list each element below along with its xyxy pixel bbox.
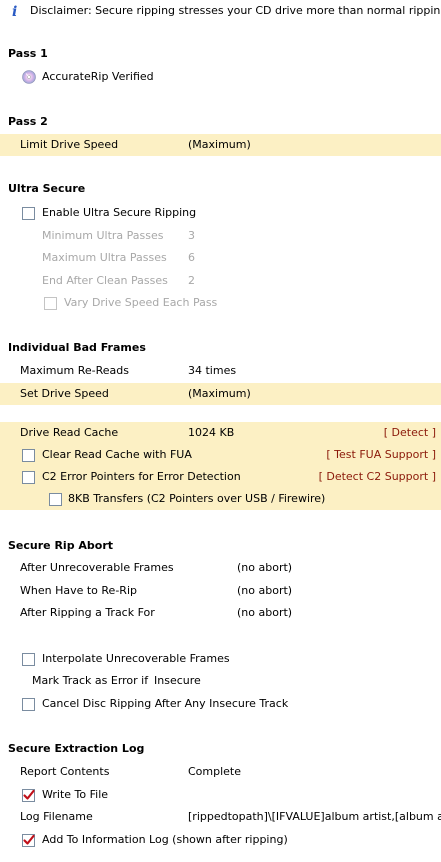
8kb-transfers-checkbox[interactable] bbox=[49, 493, 62, 506]
log-filename-label: Log Filename bbox=[20, 810, 93, 823]
accuraterip-label: AccurateRip Verified bbox=[42, 70, 154, 83]
8kb-transfers-label: 8KB Transfers (C2 Pointers over USB / Fi… bbox=[68, 492, 326, 505]
min-ultra-row: Minimum Ultra Passes 3 bbox=[0, 225, 441, 247]
cancel-disc-label: Cancel Disc Ripping After Any Insecure T… bbox=[42, 697, 289, 710]
limit-drive-speed-label: Limit Drive Speed bbox=[20, 138, 119, 151]
drive-read-cache-row[interactable]: Drive Read Cache 1024 KB [ Detect ] bbox=[0, 422, 441, 444]
bad-frames-heading: Individual Bad Frames bbox=[8, 341, 146, 354]
mark-track-label: Mark Track as Error if bbox=[32, 674, 149, 687]
drive-read-cache-value[interactable]: 1024 KB bbox=[188, 422, 234, 444]
8kb-transfers-row[interactable]: 8KB Transfers (C2 Pointers over USB / Fi… bbox=[0, 488, 441, 510]
limit-drive-speed-value[interactable]: (Maximum) bbox=[188, 134, 251, 156]
max-ultra-row: Maximum Ultra Passes 6 bbox=[0, 247, 441, 269]
cancel-disc-row[interactable]: Cancel Disc Ripping After Any Insecure T… bbox=[0, 693, 441, 715]
ripping-track-value[interactable]: (no abort) bbox=[237, 602, 292, 624]
checkmark-icon bbox=[23, 789, 35, 800]
end-after-clean-row: End After Clean Passes 2 bbox=[0, 270, 441, 292]
max-rereads-row[interactable]: Maximum Re-Reads 34 times bbox=[0, 360, 441, 382]
rerip-value[interactable]: (no abort) bbox=[237, 580, 292, 602]
enable-ultra-row[interactable]: Enable Ultra Secure Ripping bbox=[0, 202, 441, 224]
interpolate-label: Interpolate Unrecoverable Frames bbox=[42, 652, 230, 665]
mark-track-value[interactable]: Insecure bbox=[154, 670, 201, 692]
log-filename-row[interactable]: Log Filename [rippedtopath]\[IFVALUE]alb… bbox=[0, 806, 441, 828]
report-contents-row[interactable]: Report Contents Complete bbox=[0, 761, 441, 783]
log-filename-value[interactable]: [rippedtopath]\[IFVALUE]album artist,[al… bbox=[188, 806, 441, 828]
pass1-heading: Pass 1 bbox=[8, 47, 48, 60]
rerip-label: When Have to Re-Rip bbox=[20, 584, 137, 597]
report-contents-value[interactable]: Complete bbox=[188, 761, 241, 783]
unrecoverable-frames-value[interactable]: (no abort) bbox=[237, 557, 292, 579]
test-fua-link[interactable]: [ Test FUA Support ] bbox=[326, 444, 436, 466]
interpolate-checkbox[interactable] bbox=[22, 653, 35, 666]
max-rereads-label: Maximum Re-Reads bbox=[20, 364, 129, 377]
end-after-clean-value: 2 bbox=[188, 274, 195, 287]
ripping-track-row[interactable]: After Ripping a Track For (no abort) bbox=[0, 602, 441, 624]
clear-cache-fua-row[interactable]: Clear Read Cache with FUA [ Test FUA Sup… bbox=[0, 444, 441, 466]
pass2-heading: Pass 2 bbox=[8, 115, 48, 128]
mark-track-row[interactable]: Mark Track as Error if Insecure bbox=[0, 670, 441, 692]
disc-icon bbox=[22, 70, 36, 84]
drive-read-cache-label: Drive Read Cache bbox=[20, 426, 119, 439]
vary-speed-checkbox bbox=[44, 297, 57, 310]
disclaimer-text: Disclaimer: Secure ripping stresses your… bbox=[30, 4, 441, 17]
write-to-file-checkbox[interactable] bbox=[22, 789, 35, 802]
secure-rip-abort-heading: Secure Rip Abort bbox=[8, 539, 114, 552]
cancel-disc-checkbox[interactable] bbox=[22, 698, 35, 711]
clear-cache-fua-checkbox[interactable] bbox=[22, 449, 35, 462]
unrecoverable-frames-row[interactable]: After Unrecoverable Frames (no abort) bbox=[0, 557, 441, 579]
write-to-file-label: Write To File bbox=[42, 788, 109, 801]
set-drive-speed-label: Set Drive Speed bbox=[20, 387, 109, 400]
add-info-log-row[interactable]: Add To Information Log (shown after ripp… bbox=[0, 829, 441, 851]
set-drive-speed-value[interactable]: (Maximum) bbox=[188, 383, 251, 405]
report-contents-label: Report Contents bbox=[20, 765, 110, 778]
enable-ultra-checkbox[interactable] bbox=[22, 207, 35, 220]
clear-cache-fua-label: Clear Read Cache with FUA bbox=[42, 448, 192, 461]
min-ultra-value: 3 bbox=[188, 229, 195, 242]
max-ultra-value: 6 bbox=[188, 251, 195, 264]
vary-speed-row: Vary Drive Speed Each Pass bbox=[0, 292, 441, 314]
c2-pointers-label: C2 Error Pointers for Error Detection bbox=[42, 470, 241, 483]
disclaimer-row: i Disclaimer: Secure ripping stresses yo… bbox=[0, 0, 441, 22]
vary-speed-label: Vary Drive Speed Each Pass bbox=[64, 296, 218, 309]
c2-pointers-checkbox[interactable] bbox=[22, 471, 35, 484]
enable-ultra-label: Enable Ultra Secure Ripping bbox=[42, 206, 197, 219]
max-ultra-label: Maximum Ultra Passes bbox=[42, 251, 167, 264]
checkmark-icon bbox=[23, 834, 35, 845]
detect-cache-link[interactable]: [ Detect ] bbox=[384, 422, 436, 444]
info-icon: i bbox=[12, 4, 18, 20]
max-rereads-value[interactable]: 34 times bbox=[188, 360, 236, 382]
rerip-row[interactable]: When Have to Re-Rip (no abort) bbox=[0, 580, 441, 602]
set-drive-speed-row[interactable]: Set Drive Speed (Maximum) bbox=[0, 383, 441, 405]
detect-c2-link[interactable]: [ Detect C2 Support ] bbox=[319, 466, 436, 488]
extraction-log-heading: Secure Extraction Log bbox=[8, 742, 145, 755]
add-info-log-checkbox[interactable] bbox=[22, 834, 35, 847]
add-info-log-label: Add To Information Log (shown after ripp… bbox=[42, 833, 288, 846]
c2-pointers-row[interactable]: C2 Error Pointers for Error Detection [ … bbox=[0, 466, 441, 488]
unrecoverable-frames-label: After Unrecoverable Frames bbox=[20, 561, 174, 574]
min-ultra-label: Minimum Ultra Passes bbox=[42, 229, 164, 242]
ultra-secure-heading: Ultra Secure bbox=[8, 182, 86, 195]
end-after-clean-label: End After Clean Passes bbox=[42, 274, 168, 287]
accuraterip-row: AccurateRip Verified bbox=[0, 66, 441, 88]
limit-drive-speed-row[interactable]: Limit Drive Speed (Maximum) bbox=[0, 134, 441, 156]
ripping-track-label: After Ripping a Track For bbox=[20, 606, 155, 619]
write-to-file-row[interactable]: Write To File bbox=[0, 784, 441, 806]
interpolate-row[interactable]: Interpolate Unrecoverable Frames bbox=[0, 648, 441, 670]
